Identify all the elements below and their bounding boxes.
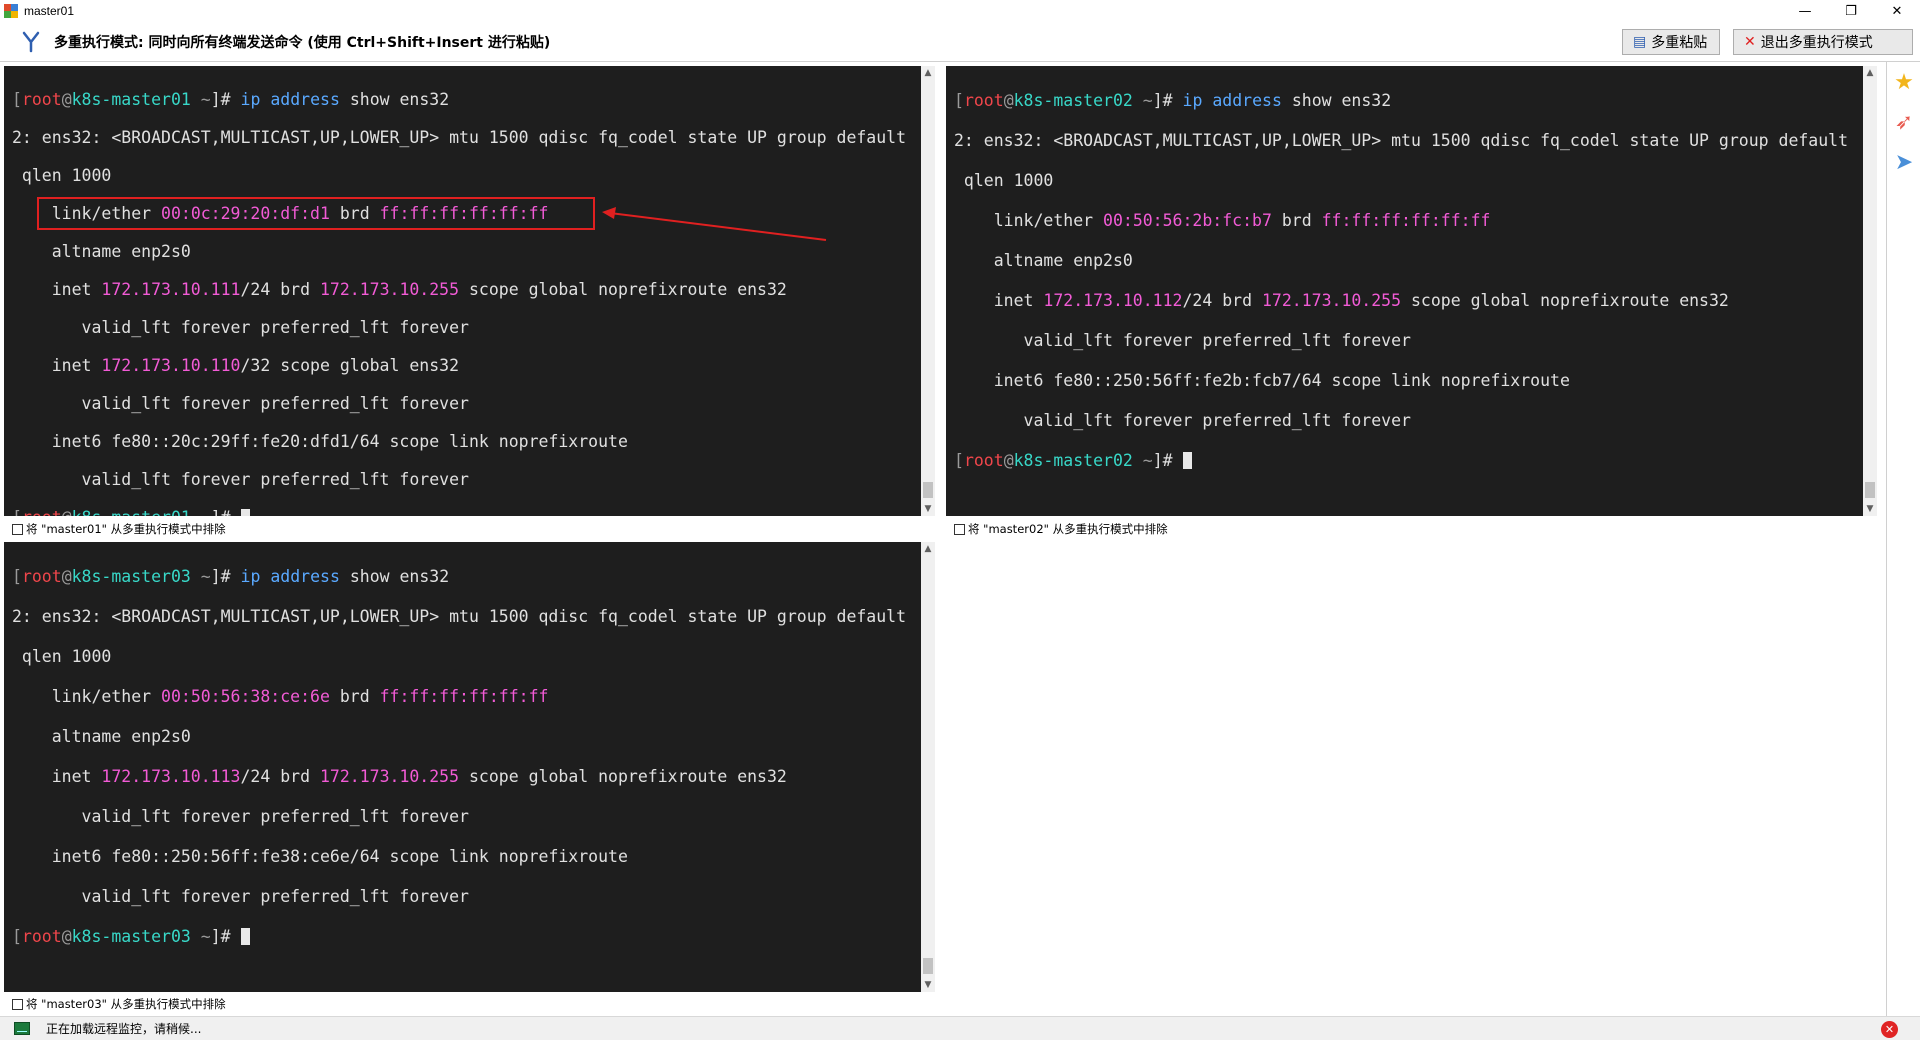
valid-line: valid_lft forever preferred_lft forever [12,318,469,337]
prompt-line: [root@k8s-master03 ~]# ip address show e… [12,567,450,586]
terminal-pane-master02[interactable]: [root@k8s-master02 ~]# ip address show e… [946,66,1863,516]
exclude-checkbox[interactable] [954,523,965,535]
highlight-arrow-icon [602,207,827,241]
altname-line: altname enp2s0 [954,251,1133,270]
exclude-label: 将 "master02" 从多重执行模式中排除 [968,522,1168,536]
scroll-thumb[interactable] [923,958,933,974]
qlen-line: qlen 1000 [12,647,112,666]
paste-icon: ▤ [1633,34,1647,50]
exit-multi-exec-label: 退出多重执行模式 [1760,35,1873,51]
valid-line: valid_lft forever preferred_lft forever [12,807,469,826]
inet6-line: inet6 fe80::250:56ff:fe2b:fcb7/64 scope … [954,371,1570,390]
prompt-line: [root@k8s-master01 ~]# ip address show e… [12,90,450,109]
restore-button[interactable]: ❐ [1828,0,1874,22]
cursor [240,509,250,516]
link-line: link/ether 00:50:56:38:ce:6e brd ff:ff:f… [12,687,549,706]
app-icon [4,4,18,18]
inet-line: inet 172.173.10.111/24 brd 172.173.10.25… [12,280,787,299]
error-icon[interactable]: ✕ [1881,1021,1898,1038]
valid-line: valid_lft forever preferred_lft forever [12,394,469,413]
valid-line: valid_lft forever preferred_lft forever [954,331,1411,350]
scrollbar-master03[interactable]: ▲ ▼ [921,542,935,992]
exclude-checkbox[interactable] [12,523,23,535]
vip-line: inet 172.173.10.110/32 scope global ens3… [12,356,460,375]
scroll-thumb[interactable] [923,482,933,498]
inet-line: inet 172.173.10.113/24 brd 172.173.10.25… [12,767,787,786]
scroll-down-icon[interactable]: ▼ [1863,502,1877,516]
multi-exec-icon [20,30,42,54]
scrollbar-master01[interactable]: ▲ ▼ [921,66,935,516]
iface-line: 2: ens32: <BROADCAST,MULTICAST,UP,LOWER_… [12,607,907,626]
prompt-line: [root@k8s-master02 ~]# [954,451,1863,471]
highlight-box [37,197,595,230]
exclude-master03-row[interactable]: 将 "master03" 从多重执行模式中排除 [12,995,226,1013]
exclude-master01-row[interactable]: 将 "master01" 从多重执行模式中排除 [12,520,226,538]
monitor-icon [14,1022,30,1035]
inet-line: inet 172.173.10.112/24 brd 172.173.10.25… [954,291,1729,310]
exclude-label: 将 "master03" 从多重执行模式中排除 [26,997,226,1011]
valid-line: valid_lft forever preferred_lft forever [12,887,469,906]
iface-line: 2: ens32: <BROADCAST,MULTICAST,UP,LOWER_… [954,131,1849,150]
iface-line: 2: ens32: <BROADCAST,MULTICAST,UP,LOWER_… [12,128,907,147]
link-line: link/ether 00:50:56:2b:fc:b7 brd ff:ff:f… [954,211,1491,230]
close-red-icon: ✕ [1744,34,1756,50]
title-bar: master01 — ❐ ✕ [0,0,1920,22]
prompt-line: [root@k8s-master01 ~]# [12,508,921,516]
multi-exec-mode-text: 多重执行模式: 同时向所有终端发送命令 (使用 Ctrl+Shift+Inser… [54,34,551,51]
send-icon[interactable]: ➤ [1887,142,1920,182]
terminal-pane-master01[interactable]: [root@k8s-master01 ~]# ip address show e… [4,66,921,516]
exclude-master02-row[interactable]: 将 "master02" 从多重执行模式中排除 [954,520,1168,538]
star-icon[interactable]: ★ [1887,62,1920,102]
scroll-down-icon[interactable]: ▼ [921,978,935,992]
status-text: 正在加载远程监控，请稍候... [46,1022,202,1036]
valid-line: valid_lft forever preferred_lft forever [12,470,469,489]
altname-line: altname enp2s0 [12,727,191,746]
qlen-line: qlen 1000 [954,171,1054,190]
prompt-line: [root@k8s-master03 ~]# [12,927,921,947]
scrollbar-master02[interactable]: ▲ ▼ [1863,66,1877,516]
status-bar: 正在加载远程监控，请稍候... ✕ [0,1016,1920,1040]
cursor [240,928,250,945]
close-button[interactable]: ✕ [1874,0,1920,22]
exclude-label: 将 "master01" 从多重执行模式中排除 [26,522,226,536]
exclude-checkbox[interactable] [12,998,23,1010]
scroll-up-icon[interactable]: ▲ [921,66,935,80]
minimize-button[interactable]: — [1782,0,1828,22]
terminal-pane-master03[interactable]: [root@k8s-master03 ~]# ip address show e… [4,542,921,992]
prompt-line: [root@k8s-master02 ~]# ip address show e… [954,91,1392,110]
scroll-thumb[interactable] [1865,482,1875,498]
multi-paste-label: 多重粘贴 [1651,35,1708,51]
exit-multi-exec-button[interactable]: ✕ 退出多重执行模式 [1733,29,1913,55]
valid-line: valid_lft forever preferred_lft forever [954,411,1411,430]
inet6-line: inet6 fe80::20c:29ff:fe20:dfd1/64 scope … [12,432,628,451]
window-title: master01 [24,4,75,18]
rocket-icon[interactable]: ➶ [1887,102,1920,142]
scroll-down-icon[interactable]: ▼ [921,502,935,516]
cursor [1182,452,1192,469]
side-toolbar: ★ ➶ ➤ [1886,62,1920,1018]
qlen-line: qlen 1000 [12,166,112,185]
multi-paste-button[interactable]: ▤ 多重粘贴 [1622,29,1720,55]
inet6-line: inet6 fe80::250:56ff:fe38:ce6e/64 scope … [12,847,628,866]
multi-exec-toolbar: 多重执行模式: 同时向所有终端发送命令 (使用 Ctrl+Shift+Inser… [0,22,1920,62]
scroll-up-icon[interactable]: ▲ [921,542,935,556]
scroll-up-icon[interactable]: ▲ [1863,66,1877,80]
